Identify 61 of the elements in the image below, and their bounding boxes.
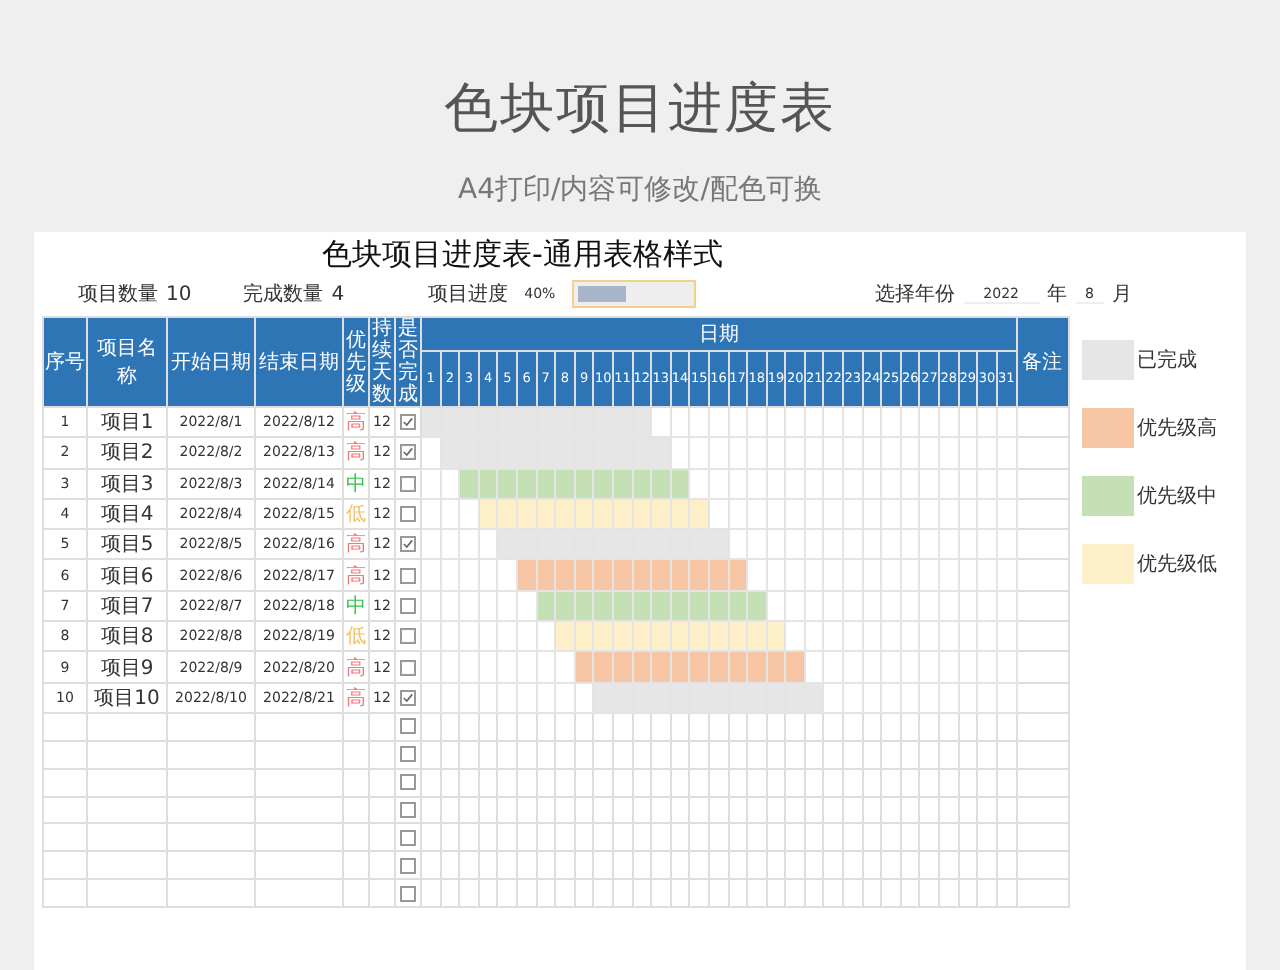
column-header: 优先级 [343,317,369,407]
checkbox[interactable] [400,689,416,706]
checkbox[interactable] [400,746,416,763]
done-count-label: 完成数量 [243,281,324,308]
subtitle: A4打印/内容可修改/配色可换 [458,172,822,208]
table-cell: 项目3 [87,468,167,499]
table-cell: 项目5 [87,529,167,560]
year-label: 选择年份 [875,281,956,308]
column-header: 结束日期 [255,317,343,407]
priority-cell: 高 [343,437,369,469]
priority-cell: 中 [343,590,369,622]
checkbox[interactable] [400,475,416,492]
column-header: 开始日期 [167,317,255,407]
table-cell: 项目10 [87,682,167,713]
column-header: 持续天数 [369,317,395,407]
legend-label: 优先级中 [1137,483,1218,510]
checkbox[interactable] [400,444,416,461]
priority-cell: 中 [343,468,369,499]
table-cell: 项目9 [87,651,167,683]
done-count: 4 [331,283,345,305]
checkbox[interactable] [400,506,416,523]
checkbox[interactable] [400,802,416,819]
table-cell: 项目4 [87,498,167,530]
checkbox[interactable] [400,774,416,791]
priority-cell: 高 [343,529,369,560]
table-cell: 项目8 [87,621,167,652]
progress-label: 项目进度 [428,281,509,308]
date-header: 日期 [421,317,1017,351]
priority-cell: 高 [343,559,369,591]
table-cell: 项目1 [87,407,167,438]
checkbox[interactable] [400,659,416,676]
priority-cell: 高 [343,407,369,438]
checkbox[interactable] [400,597,416,614]
checkbox[interactable] [400,885,416,902]
legend-label: 优先级高 [1137,415,1218,442]
checkbox[interactable] [400,857,416,874]
sheet-title: 色块项目进度表-通用表格样式 [322,236,725,272]
legend-label: 已完成 [1137,347,1198,374]
priority-cell: 高 [343,651,369,683]
checkbox[interactable] [400,414,416,431]
priority-cell: 低 [343,498,369,530]
legend-label: 优先级低 [1137,551,1218,578]
column-header: 是否完成 [395,317,421,407]
column-header: 序号 [43,317,87,407]
checkbox[interactable] [400,536,416,553]
page-title: 色块项目进度表 [444,76,836,144]
table-cell: 项目6 [87,559,167,591]
checkbox[interactable] [400,628,416,645]
table-cell: 项目2 [87,437,167,469]
table-cell: 项目7 [87,590,167,622]
month-unit: 月 [1111,282,1132,308]
year-unit: 年 [1047,282,1067,308]
checkbox[interactable] [400,567,416,584]
priority-cell: 低 [343,621,369,652]
column-header: 项目名称 [87,317,167,407]
project-count: 10 [166,283,192,305]
project-count-label: 项目数量 [78,282,158,308]
remark-header: 备注 [1016,317,1069,407]
priority-cell: 高 [343,682,369,713]
checkbox[interactable] [400,829,416,846]
checkbox[interactable] [400,718,416,735]
